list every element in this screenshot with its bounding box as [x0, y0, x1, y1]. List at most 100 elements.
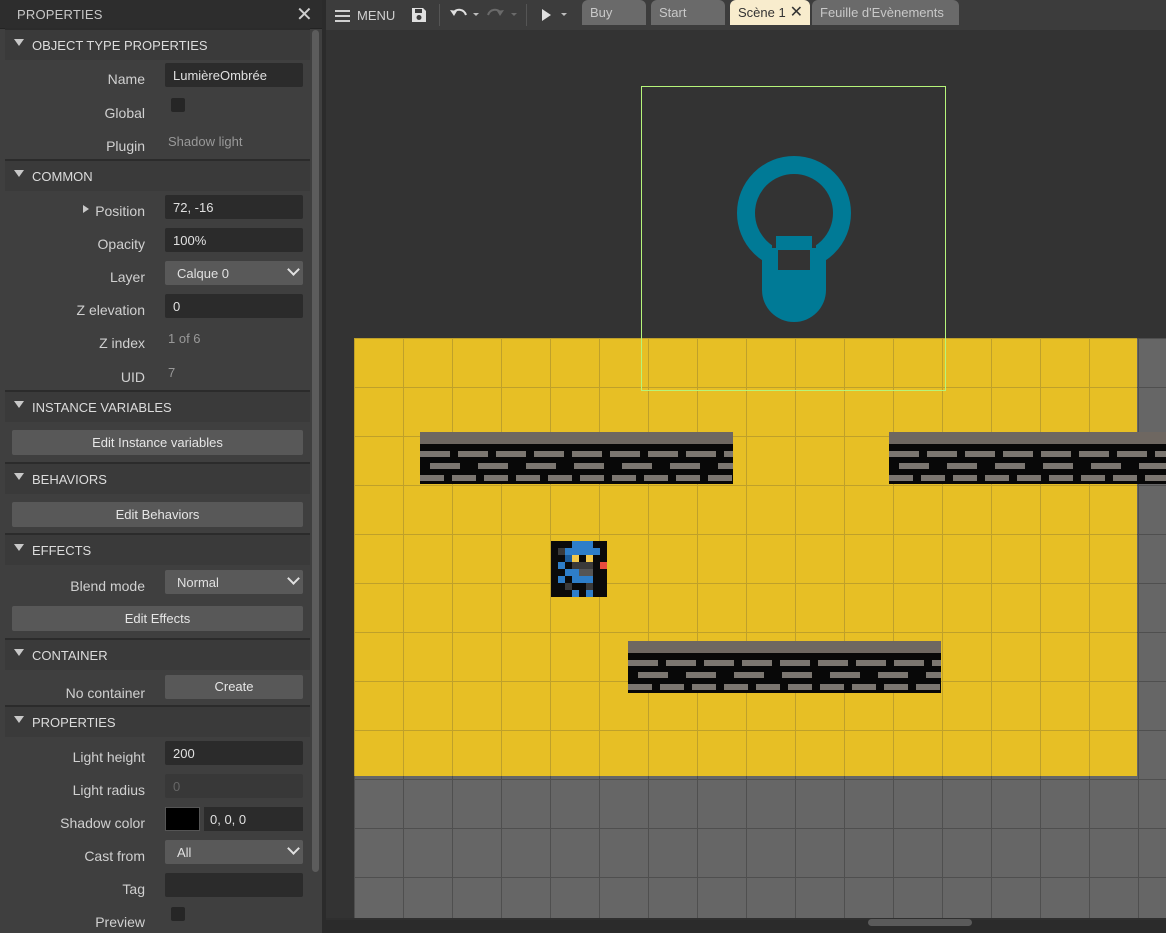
section-label: OBJECT TYPE PROPERTIES — [32, 38, 208, 53]
row-effects: Edit Effects — [5, 606, 310, 636]
row-name: Name LumièreOmbrée — [5, 63, 310, 93]
section-common[interactable]: COMMON — [5, 159, 310, 191]
panel-scrollbar[interactable] — [312, 30, 319, 872]
layer-select[interactable]: Calque 0 — [165, 261, 303, 285]
z-elevation-input[interactable]: 0 — [165, 294, 303, 318]
cast-from-value: All — [177, 845, 192, 860]
row-layer: Layer Calque 0 — [5, 261, 310, 291]
light-height-input[interactable]: 200 — [165, 741, 303, 765]
section-label: PROPERTIES — [32, 715, 116, 730]
shadow-color-swatch[interactable] — [165, 807, 200, 831]
redo-icon — [487, 8, 517, 16]
redo-button[interactable] — [484, 0, 520, 30]
section-behaviors[interactable]: BEHAVIORS — [5, 462, 310, 494]
edit-effects-button[interactable]: Edit Effects — [12, 606, 303, 631]
row-light-radius: Light radius 0 — [5, 774, 310, 804]
row-blend-mode: Blend mode Normal — [5, 570, 310, 600]
section-properties[interactable]: PROPERTIES — [5, 705, 310, 737]
light-radius-input[interactable]: 0 — [165, 774, 303, 798]
collapse-triangle-icon — [14, 649, 24, 656]
edit-behaviors-button[interactable]: Edit Behaviors — [12, 502, 303, 527]
row-behaviors: Edit Behaviors — [5, 502, 310, 532]
tab-start-page[interactable]: Start page — [651, 0, 725, 46]
row-preview: Preview — [5, 906, 310, 933]
menu-button[interactable]: MENU — [326, 0, 398, 30]
row-container: No container Create — [5, 675, 310, 705]
tab-event-sheet-1[interactable]: Feuille d'Evènements 1 — [812, 0, 959, 46]
brick-platform[interactable] — [889, 432, 1166, 484]
section-container[interactable]: CONTAINER — [5, 638, 310, 670]
opacity-label: Opacity — [97, 236, 145, 252]
cast-from-label: Cast from — [84, 848, 145, 864]
z-index-label: Z index — [99, 335, 145, 351]
tag-input[interactable] — [165, 873, 303, 897]
row-uid: UID 7 — [5, 361, 310, 391]
row-light-height: Light height 200 — [5, 741, 310, 771]
row-opacity: Opacity 100% — [5, 228, 310, 258]
uid-value: 7 — [168, 365, 176, 380]
tag-label: Tag — [122, 881, 145, 897]
menu-label: MENU — [357, 8, 396, 23]
collapse-triangle-icon — [14, 39, 24, 46]
global-checkbox[interactable] — [171, 98, 185, 112]
section-label: INSTANCE VARIABLES — [32, 400, 172, 415]
tab-scene-1[interactable]: Scène 1 ✕ — [730, 0, 810, 25]
tab-label: Scène 1 — [738, 5, 786, 20]
light-radius-label: Light radius — [72, 782, 145, 798]
tab-buy-now[interactable]: Buy now — [582, 0, 646, 46]
create-container-button[interactable]: Create — [165, 675, 303, 699]
light-height-label: Light height — [72, 749, 145, 765]
name-label: Name — [107, 71, 145, 87]
row-z-index: Z index 1 of 6 — [5, 327, 310, 357]
brick-platform[interactable] — [420, 432, 733, 484]
shadow-color-input[interactable]: 0, 0, 0 — [204, 807, 303, 831]
player-sprite[interactable] — [551, 541, 607, 597]
preview-label: Preview — [95, 914, 145, 930]
close-icon[interactable]: ✕ — [296, 2, 313, 27]
plugin-value: Shadow light — [168, 134, 243, 149]
yellow-tile-floor — [354, 338, 1137, 776]
opacity-input[interactable]: 100% — [165, 228, 303, 252]
position-input[interactable]: 72, -16 — [165, 195, 303, 219]
save-icon — [412, 8, 426, 22]
preview-button[interactable] — [536, 0, 570, 30]
row-instance-variables: Edit Instance variables — [5, 430, 310, 460]
layout-view[interactable] — [326, 30, 1166, 920]
panel-title: PROPERTIES — [17, 7, 103, 22]
row-shadow-color: Shadow color 0, 0, 0 — [5, 807, 310, 837]
no-container-label: No container — [65, 685, 145, 701]
chevron-down-icon — [287, 572, 300, 585]
lightbulb-icon[interactable] — [726, 150, 862, 325]
chevron-down-icon — [287, 842, 300, 855]
position-label: Position — [95, 203, 145, 219]
horizontal-scrollbar-thumb[interactable] — [868, 919, 972, 926]
name-input[interactable]: LumièreOmbrée — [165, 63, 303, 87]
section-label: EFFECTS — [32, 543, 92, 558]
blend-mode-select[interactable]: Normal — [165, 570, 303, 594]
z-index-value: 1 of 6 — [168, 331, 201, 346]
section-effects[interactable]: EFFECTS — [5, 533, 310, 565]
close-tab-icon[interactable]: ✕ — [790, 0, 803, 26]
brick-platform[interactable] — [628, 641, 941, 693]
toolbar: MENU Buy now Start page — [326, 0, 1166, 46]
panel-header: PROPERTIES ✕ — [0, 0, 322, 29]
collapse-triangle-icon — [14, 544, 24, 551]
hamburger-icon — [335, 10, 350, 22]
blend-mode-value: Normal — [177, 575, 219, 590]
row-cast-from: Cast from All — [5, 840, 310, 870]
section-instance-variables[interactable]: INSTANCE VARIABLES — [5, 390, 310, 422]
preview-checkbox[interactable] — [171, 907, 185, 921]
row-position: Position 72, -16 — [5, 195, 310, 225]
expand-triangle-icon[interactable] — [83, 205, 89, 213]
chevron-down-icon — [287, 263, 300, 276]
section-object-type[interactable]: OBJECT TYPE PROPERTIES — [5, 28, 310, 60]
row-global: Global — [5, 97, 310, 127]
edit-instance-variables-button[interactable]: Edit Instance variables — [12, 430, 303, 455]
undo-button[interactable] — [446, 0, 480, 30]
collapse-triangle-icon — [14, 473, 24, 480]
plugin-label: Plugin — [106, 138, 145, 154]
horizontal-scrollbar-track[interactable] — [326, 918, 1166, 920]
collapse-triangle-icon — [14, 716, 24, 723]
cast-from-select[interactable]: All — [165, 840, 303, 864]
save-button[interactable] — [406, 0, 432, 30]
